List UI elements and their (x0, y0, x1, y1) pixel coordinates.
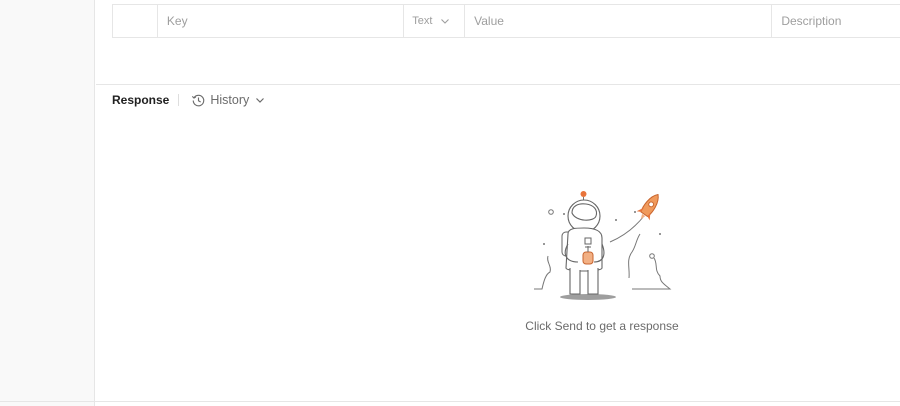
history-clock-icon (192, 94, 205, 106)
history-label: History (210, 93, 250, 107)
pane-divider[interactable] (96, 84, 900, 85)
key-input[interactable]: Key (158, 5, 405, 37)
app-root: Key Text Value Description Response Hist… (0, 0, 900, 406)
params-table-row: Key Text Value Description (112, 4, 900, 38)
row-checkbox-cell[interactable] (113, 5, 158, 37)
type-dropdown[interactable]: Text (404, 5, 466, 37)
chevron-down-icon (441, 19, 450, 24)
header-separator (178, 94, 180, 106)
description-placeholder: Description (781, 14, 842, 28)
response-title: Response (112, 93, 170, 107)
left-sidebar (0, 0, 95, 406)
chevron-down-icon (256, 98, 265, 103)
status-bar-border (0, 401, 900, 402)
main-panel: Key Text Value Description Response Hist… (96, 0, 900, 406)
astronaut-rocket-illustration (534, 191, 672, 300)
history-dropdown[interactable]: History (191, 93, 269, 108)
value-placeholder: Value (474, 14, 504, 28)
empty-response-message: Click Send to get a response (525, 319, 679, 333)
value-input[interactable]: Value (465, 5, 773, 37)
response-header: Response History (112, 91, 269, 109)
type-label: Text (412, 15, 433, 27)
description-input[interactable]: Description (772, 5, 900, 37)
key-placeholder: Key (166, 14, 188, 28)
